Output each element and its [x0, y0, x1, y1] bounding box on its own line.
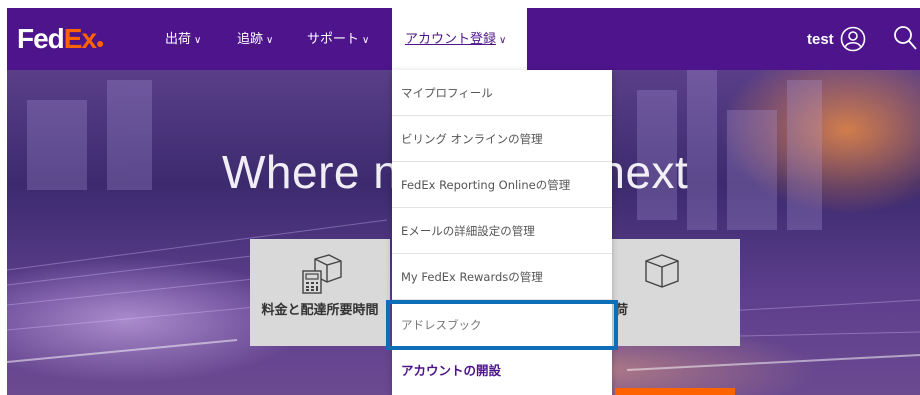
menu-item-label: アドレスブック	[401, 318, 482, 332]
menu-item-email-preferences[interactable]: Eメールの詳細設定の管理	[392, 208, 612, 254]
menu-item-open-account[interactable]: アカウントの開設	[392, 348, 612, 394]
rates-transit-times-tile[interactable]: 料金と配達所要時間	[250, 239, 390, 346]
shipping-tile-label: 荷	[615, 303, 629, 318]
top-navbar: FedEx● 出荷 ∨ 追跡 ∨ サポート ∨ アカウント登録 ∨ test	[7, 8, 920, 70]
hero-title-left: Where n	[222, 146, 400, 198]
nav-account-label: アカウント登録 ∨	[405, 32, 507, 47]
nav-tracking-label: 追跡	[237, 32, 264, 47]
logo-ex-text: Ex	[63, 23, 97, 54]
orange-accent-bar	[615, 388, 735, 395]
logo-fed-text: Fed	[17, 23, 65, 54]
chevron-down-icon: ∨	[194, 35, 202, 46]
rates-transit-times-label: 料金と配達所要時間	[261, 303, 379, 318]
user-avatar-icon	[840, 26, 865, 52]
logo-dot: ●	[96, 35, 105, 51]
nav-shipping[interactable]: 出荷 ∨	[165, 32, 201, 49]
fedex-logo[interactable]: FedEx●	[17, 22, 105, 60]
chevron-down-icon: ∨	[266, 35, 274, 46]
calculator-box-icon	[302, 254, 342, 294]
chevron-down-icon: ∨	[499, 35, 507, 46]
box-icon	[645, 254, 679, 288]
menu-item-label: Eメールの詳細設定の管理	[401, 224, 535, 238]
menu-item-my-profile[interactable]: マイプロフィール	[392, 70, 612, 116]
menu-item-billing-online[interactable]: ビリング オンラインの管理	[392, 116, 612, 162]
nav-tracking[interactable]: 追跡 ∨	[237, 32, 273, 49]
shipping-tile[interactable]: 荷	[600, 239, 740, 346]
menu-item-label: ビリング オンラインの管理	[401, 132, 543, 146]
nav-support[interactable]: サポート ∨	[307, 32, 369, 49]
user-menu[interactable]: test	[807, 26, 866, 52]
nav-shipping-label: 出荷	[165, 32, 192, 47]
hero-title-right: next	[599, 146, 689, 198]
nav-account-registration[interactable]: アカウント登録 ∨	[392, 8, 527, 70]
chevron-down-icon: ∨	[362, 35, 370, 46]
user-name: test	[807, 30, 834, 48]
menu-item-reporting-online[interactable]: FedEx Reporting Onlineの管理	[392, 162, 612, 208]
menu-item-label: マイプロフィール	[401, 86, 493, 100]
menu-item-label: My FedEx Rewardsの管理	[401, 270, 543, 284]
menu-item-rewards[interactable]: My FedEx Rewardsの管理	[392, 254, 612, 300]
nav-support-label: サポート	[307, 32, 360, 47]
search-icon[interactable]	[892, 24, 918, 52]
account-dropdown-menu: マイプロフィール ビリング オンラインの管理 FedEx Reporting O…	[386, 70, 618, 395]
menu-item-label: FedEx Reporting Onlineの管理	[401, 178, 571, 192]
menu-item-label: アカウントの開設	[401, 363, 502, 378]
menu-item-address-book[interactable]: アドレスブック	[386, 300, 618, 350]
